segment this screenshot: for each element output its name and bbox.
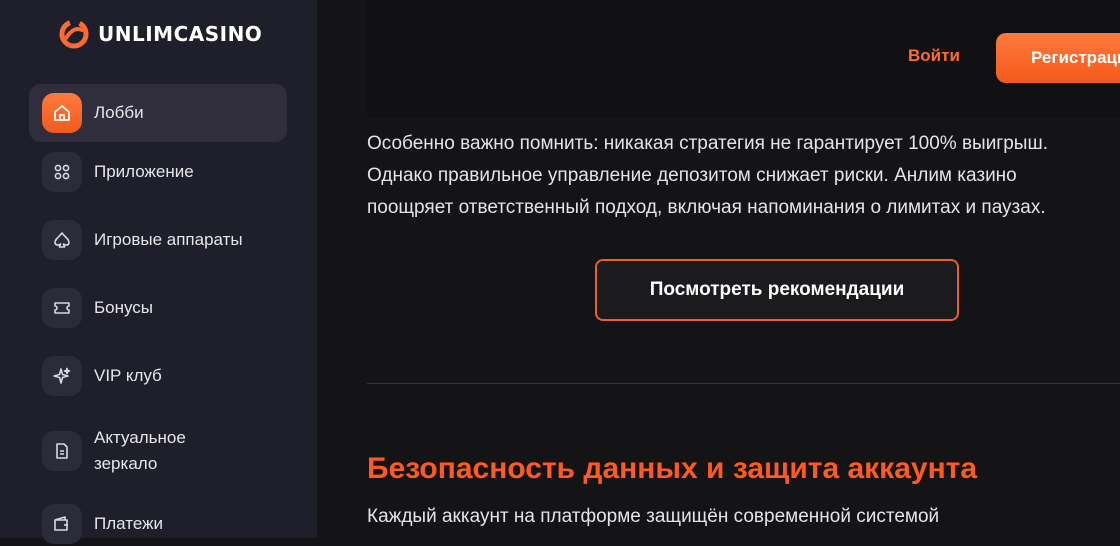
sidebar-item-label: VIP клуб (94, 366, 162, 385)
login-button[interactable]: Войти (908, 46, 960, 66)
section-divider (367, 383, 1120, 384)
sidebar-item-slots[interactable]: Игровые аппараты (29, 218, 287, 262)
wallet-icon (42, 504, 82, 544)
sidebar-item-app[interactable]: Приложение (29, 150, 287, 194)
sidebar-item-label: Лобби (94, 103, 144, 122)
section-text: Каждый аккаунт на платформе защищён совр… (367, 506, 940, 527)
brand-logo[interactable]: UNLIMCASINO (58, 18, 262, 50)
sidebar-item-label: Приложение (94, 162, 194, 181)
register-button[interactable]: Регистрация (996, 33, 1120, 83)
paragraph-line: поощряет ответственный подход, включая н… (367, 197, 1046, 218)
main-content: Войти Регистрация Особенно важно помнить… (317, 0, 1120, 538)
sidebar-item-bonuses[interactable]: Бонусы (29, 286, 287, 330)
home-icon (42, 93, 82, 133)
brand-name: UNLIMCASINO (98, 22, 263, 46)
sidebar-item-label: Актуальное зеркало (94, 425, 186, 477)
sidebar-item-mirror[interactable]: Актуальное зеркало (29, 422, 287, 480)
paragraph-line: Однако правильное управление депозитом с… (367, 165, 1017, 186)
sparkle-icon (42, 356, 82, 396)
sidebar: UNLIMCASINO Лобби Приложение Игровые апп… (0, 0, 317, 544)
grid-icon (42, 152, 82, 192)
sidebar-item-payments[interactable]: Платежи (29, 502, 287, 546)
logo-icon (59, 19, 89, 49)
sidebar-item-label-line2: зеркало (94, 454, 158, 473)
sidebar-item-label: Платежи (94, 514, 163, 533)
view-recommendations-button[interactable]: Посмотреть рекомендации (595, 259, 959, 321)
sidebar-item-label: Игровые аппараты (94, 230, 243, 249)
ticket-icon (42, 288, 82, 328)
sidebar-item-vip[interactable]: VIP клуб (29, 354, 287, 398)
paragraph-line: Особенно важно помнить: никакая стратеги… (367, 133, 1048, 154)
document-icon (42, 431, 82, 471)
spade-icon (42, 220, 82, 260)
sidebar-item-label: Бонусы (94, 298, 154, 317)
sidebar-item-label-line1: Актуальное (94, 428, 186, 447)
article-paragraph: Особенно важно помнить: никакая стратеги… (367, 128, 1120, 224)
sidebar-item-lobby[interactable]: Лобби (29, 84, 287, 142)
section-title: Безопасность данных и защита аккаунта (367, 452, 978, 485)
